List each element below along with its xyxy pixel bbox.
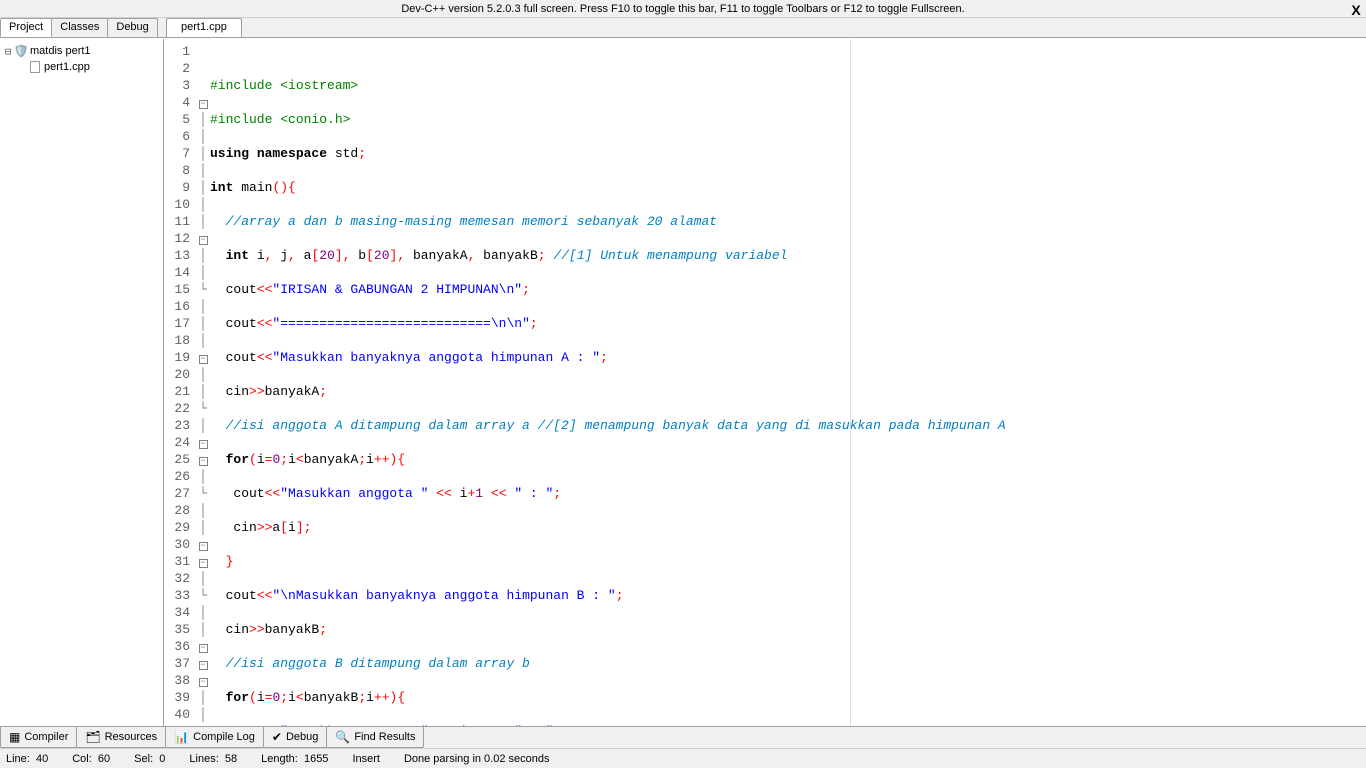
code-editor[interactable]: 1234567891011121314151617181920212223242…	[164, 39, 1366, 726]
code-line: cout<<"===========================\n\n";	[210, 315, 1366, 332]
code-line: #include <conio.h>	[210, 111, 1366, 128]
status-line: Line: 40	[6, 753, 48, 765]
code-line: //isi anggota A ditampung dalam array a …	[210, 417, 1366, 434]
tree-expander-icon[interactable]: ⊟	[2, 45, 14, 58]
titlebar-text: Dev-C++ version 5.2.0.3 full screen. Pre…	[401, 3, 964, 15]
code-line: int i, j, a[20], b[20], banyakA, banyakB…	[210, 247, 1366, 264]
left-panel-tabs: Project Classes Debug	[0, 18, 164, 37]
fold-toggle-icon[interactable]: −	[199, 542, 208, 551]
project-tree: ⊟ 🛡️ matdis pert1 pert1.cpp	[0, 39, 164, 726]
bottom-tabs: ▦Compiler 🗂Resources 📊Compile Log ✔Debug…	[0, 726, 1366, 748]
log-icon: 📊	[174, 730, 189, 744]
code-line: cin>>banyakA;	[210, 383, 1366, 400]
code-line: cin>>a[i];	[210, 519, 1366, 536]
tab-project[interactable]: Project	[0, 18, 52, 37]
status-sel: Sel: 0	[134, 753, 165, 765]
tab-resources[interactable]: 🗂Resources	[76, 727, 166, 748]
tree-file-node[interactable]: pert1.cpp	[2, 59, 161, 75]
status-lines: Lines: 58	[189, 753, 237, 765]
fold-toggle-icon[interactable]: −	[199, 457, 208, 466]
fold-toggle-icon[interactable]: −	[199, 440, 208, 449]
line-gutter: 1234567891011121314151617181920212223242…	[164, 39, 196, 726]
statusbar: Line: 40 Col: 60 Sel: 0 Lines: 58 Length…	[0, 748, 1366, 768]
editor-tabs: pert1.cpp	[166, 18, 242, 37]
tree-file-label: pert1.cpp	[44, 61, 90, 73]
print-margin	[850, 39, 851, 726]
status-parse: Done parsing in 0.02 seconds	[404, 753, 550, 765]
editor-tab-file[interactable]: pert1.cpp	[166, 18, 242, 37]
status-length: Length: 1655	[261, 753, 328, 765]
fold-toggle-icon[interactable]: −	[199, 678, 208, 687]
close-button[interactable]: X	[1348, 1, 1364, 17]
titlebar: Dev-C++ version 5.2.0.3 full screen. Pre…	[0, 0, 1366, 18]
fold-toggle-icon[interactable]: −	[199, 559, 208, 568]
code-area[interactable]: #include <iostream> #include <conio.h> u…	[210, 39, 1366, 726]
code-line: cout<<"Masukkan anggota " << i+1 << " : …	[210, 723, 1366, 726]
tab-classes[interactable]: Classes	[51, 18, 108, 37]
main-area: ⊟ 🛡️ matdis pert1 pert1.cpp 123456789101…	[0, 38, 1366, 726]
tabs-row: Project Classes Debug pert1.cpp	[0, 18, 1366, 38]
fold-toggle-icon[interactable]: −	[199, 644, 208, 653]
code-line: cout<<"Masukkan anggota " << i+1 << " : …	[210, 485, 1366, 502]
find-icon: 🔍	[335, 730, 350, 744]
tab-find-results[interactable]: 🔍Find Results	[326, 727, 424, 748]
code-line: //array a dan b masing-masing memesan me…	[210, 213, 1366, 230]
code-line: cin>>banyakB;	[210, 621, 1366, 638]
fold-toggle-icon[interactable]: −	[199, 355, 208, 364]
tab-debug-bottom[interactable]: ✔Debug	[263, 727, 327, 748]
code-line: using namespace std;	[210, 145, 1366, 162]
tab-compile-log[interactable]: 📊Compile Log	[165, 727, 264, 748]
code-line: int main(){	[210, 179, 1366, 196]
status-col: Col: 60	[72, 753, 110, 765]
tree-project-label: matdis pert1	[30, 45, 91, 57]
code-line: for(i=0;i<banyakB;i++){	[210, 689, 1366, 706]
code-line: //isi anggota B ditampung dalam array b	[210, 655, 1366, 672]
tree-project-node[interactable]: ⊟ 🛡️ matdis pert1	[2, 43, 161, 59]
status-insert: Insert	[352, 753, 380, 765]
fold-column: − │││││││ − ││└ │││ − ││└ │ − − │└ ││ − …	[196, 39, 210, 726]
tab-compiler[interactable]: ▦Compiler	[0, 727, 77, 748]
fold-toggle-icon[interactable]: −	[199, 661, 208, 670]
debug-icon: ✔	[272, 730, 282, 744]
code-line: }	[210, 553, 1366, 570]
code-line: cout<<"\nMasukkan banyaknya anggota himp…	[210, 587, 1366, 604]
fold-toggle-icon[interactable]: −	[199, 100, 208, 109]
tab-debug[interactable]: Debug	[107, 18, 157, 37]
code-line: for(i=0;i<banyakA;i++){	[210, 451, 1366, 468]
project-icon: 🛡️	[14, 44, 28, 58]
resources-icon: 🗂	[85, 730, 100, 744]
compiler-icon: ▦	[9, 730, 20, 744]
code-line: cout<<"Masukkan banyaknya anggota himpun…	[210, 349, 1366, 366]
code-line: cout<<"IRISAN & GABUNGAN 2 HIMPUNAN\n";	[210, 281, 1366, 298]
file-icon	[28, 60, 42, 74]
code-line: #include <iostream>	[210, 77, 1366, 94]
fold-toggle-icon[interactable]: −	[199, 236, 208, 245]
